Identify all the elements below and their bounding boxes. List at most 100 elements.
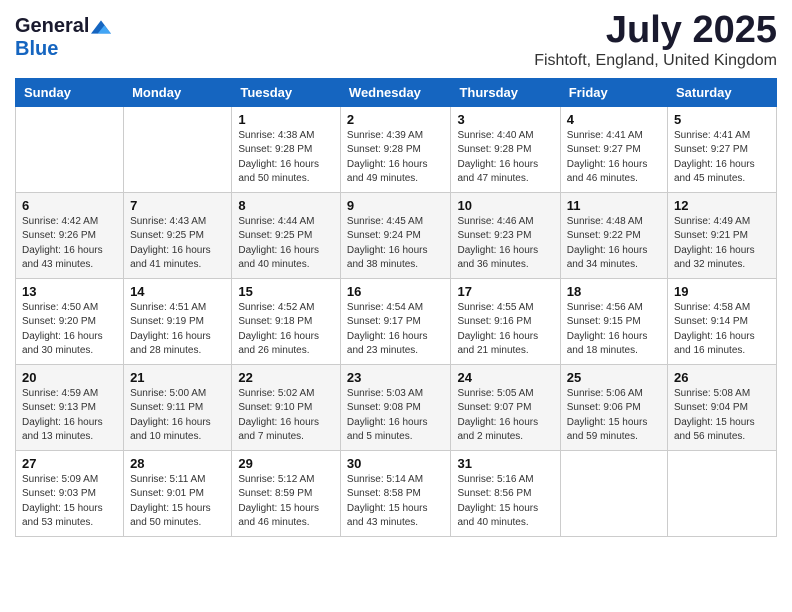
calendar-cell: 9Sunrise: 4:45 AM Sunset: 9:24 PM Daylig… [340, 192, 451, 278]
calendar-cell [124, 106, 232, 192]
calendar-cell: 27Sunrise: 5:09 AM Sunset: 9:03 PM Dayli… [16, 450, 124, 536]
month-title: July 2025 [534, 10, 777, 52]
calendar-cell: 6 Sunrise: 4:42 AM Sunset: 9:26 PM Daylig… [16, 192, 124, 278]
logo: General Blue [15, 15, 111, 61]
day-info: Sunrise: 4:58 AM Sunset: 9:14 PM Dayligh… [674, 301, 770, 359]
calendar-cell: 8 Sunrise: 4:44 AM Sunset: 9:25 PM Daylig… [232, 192, 341, 278]
calendar-cell: 1 Sunrise: 4:38 AM Sunset: 9:28 PM Daylig… [232, 106, 341, 192]
day-number: 24 [457, 370, 553, 385]
day-info: Sunrise: 4:44 AM Sunset: 9:25 PM Dayligh… [238, 215, 334, 273]
calendar-cell: 4Sunrise: 4:41 AM Sunset: 9:27 PM Daylig… [560, 106, 667, 192]
calendar-cell: 24 Sunrise: 5:05 AM Sunset: 9:07 PM Dayli… [451, 364, 560, 450]
calendar-cell: 21 Sunrise: 5:00 AM Sunset: 9:11 PM Dayli… [124, 364, 232, 450]
calendar-cell: 19 Sunrise: 4:58 AM Sunset: 9:14 PM Dayli… [668, 278, 777, 364]
day-info: Sunrise: 5:05 AM Sunset: 9:07 PM Dayligh… [457, 387, 553, 445]
calendar-cell: 26 Sunrise: 5:08 AM Sunset: 9:04 PM Dayli… [668, 364, 777, 450]
calendar-cell: 29Sunrise: 5:12 AM Sunset: 8:59 PM Dayli… [232, 450, 341, 536]
day-number: 16 [347, 284, 445, 299]
day-number: 7 [130, 198, 225, 213]
day-number: 5 [674, 112, 770, 127]
weekday-header-thursday: Thursday [451, 78, 560, 106]
day-number: 23 [347, 370, 445, 385]
day-number: 1 [238, 112, 334, 127]
calendar-cell: 16 Sunrise: 4:54 AM Sunset: 9:17 PM Dayli… [340, 278, 451, 364]
calendar-cell: 18Sunrise: 4:56 AM Sunset: 9:15 PM Dayli… [560, 278, 667, 364]
day-info: Sunrise: 5:03 AM Sunset: 9:08 PM Dayligh… [347, 387, 445, 445]
day-info: Sunrise: 5:08 AM Sunset: 9:04 PM Dayligh… [674, 387, 770, 445]
day-info: Sunrise: 4:46 AM Sunset: 9:23 PM Dayligh… [457, 215, 553, 273]
day-number: 2 [347, 112, 445, 127]
calendar-cell: 25 Sunrise: 5:06 AM Sunset: 9:06 PM Dayli… [560, 364, 667, 450]
calendar-week-row: 13Sunrise: 4:50 AM Sunset: 9:20 PM Dayli… [16, 278, 777, 364]
day-number: 15 [238, 284, 334, 299]
day-number: 14 [130, 284, 225, 299]
day-number: 22 [238, 370, 334, 385]
day-info: Sunrise: 4:38 AM Sunset: 9:28 PM Dayligh… [238, 129, 334, 187]
calendar-cell: 30 Sunrise: 5:14 AM Sunset: 8:58 PM Dayli… [340, 450, 451, 536]
day-info: Sunrise: 4:42 AM Sunset: 9:26 PM Dayligh… [22, 215, 117, 273]
day-number: 21 [130, 370, 225, 385]
day-info: Sunrise: 5:16 AM Sunset: 8:56 PM Dayligh… [457, 473, 553, 531]
calendar-cell: 7Sunrise: 4:43 AM Sunset: 9:25 PM Daylig… [124, 192, 232, 278]
calendar-week-row: 6 Sunrise: 4:42 AM Sunset: 9:26 PM Daylig… [16, 192, 777, 278]
calendar-cell: 10 Sunrise: 4:46 AM Sunset: 9:23 PM Dayli… [451, 192, 560, 278]
day-info: Sunrise: 4:54 AM Sunset: 9:17 PM Dayligh… [347, 301, 445, 359]
day-number: 26 [674, 370, 770, 385]
day-number: 20 [22, 370, 117, 385]
day-number: 17 [457, 284, 553, 299]
calendar-cell: 13Sunrise: 4:50 AM Sunset: 9:20 PM Dayli… [16, 278, 124, 364]
day-info: Sunrise: 4:39 AM Sunset: 9:28 PM Dayligh… [347, 129, 445, 187]
calendar-cell: 14Sunrise: 4:51 AM Sunset: 9:19 PM Dayli… [124, 278, 232, 364]
day-info: Sunrise: 4:49 AM Sunset: 9:21 PM Dayligh… [674, 215, 770, 273]
day-number: 31 [457, 456, 553, 471]
weekday-header-monday: Monday [124, 78, 232, 106]
day-info: Sunrise: 4:59 AM Sunset: 9:13 PM Dayligh… [22, 387, 117, 445]
page-header: General Blue July 2025 Fishtoft, England… [15, 10, 777, 70]
weekday-header-wednesday: Wednesday [340, 78, 451, 106]
calendar-cell: 3Sunrise: 4:40 AM Sunset: 9:28 PM Daylig… [451, 106, 560, 192]
calendar-cell: 12 Sunrise: 4:49 AM Sunset: 9:21 PM Dayli… [668, 192, 777, 278]
calendar-cell: 23 Sunrise: 5:03 AM Sunset: 9:08 PM Dayli… [340, 364, 451, 450]
day-info: Sunrise: 4:48 AM Sunset: 9:22 PM Dayligh… [567, 215, 661, 273]
location: Fishtoft, England, United Kingdom [534, 52, 777, 70]
calendar-cell: 22Sunrise: 5:02 AM Sunset: 9:10 PM Dayli… [232, 364, 341, 450]
weekday-header-tuesday: Tuesday [232, 78, 341, 106]
weekday-header-sunday: Sunday [16, 78, 124, 106]
day-number: 10 [457, 198, 553, 213]
day-number: 25 [567, 370, 661, 385]
day-info: Sunrise: 4:41 AM Sunset: 9:27 PM Dayligh… [674, 129, 770, 187]
day-number: 28 [130, 456, 225, 471]
day-number: 11 [567, 198, 661, 213]
day-info: Sunrise: 4:52 AM Sunset: 9:18 PM Dayligh… [238, 301, 334, 359]
day-info: Sunrise: 4:45 AM Sunset: 9:24 PM Dayligh… [347, 215, 445, 273]
title-section: July 2025 Fishtoft, England, United King… [534, 10, 777, 70]
day-number: 19 [674, 284, 770, 299]
day-number: 6 [22, 198, 117, 213]
day-info: Sunrise: 5:00 AM Sunset: 9:11 PM Dayligh… [130, 387, 225, 445]
day-number: 13 [22, 284, 117, 299]
calendar-cell: 31 Sunrise: 5:16 AM Sunset: 8:56 PM Dayli… [451, 450, 560, 536]
weekday-header-saturday: Saturday [668, 78, 777, 106]
calendar-cell: 11 Sunrise: 4:48 AM Sunset: 9:22 PM Dayli… [560, 192, 667, 278]
logo-icon [91, 17, 111, 37]
calendar-week-row: 27Sunrise: 5:09 AM Sunset: 9:03 PM Dayli… [16, 450, 777, 536]
calendar-cell: 2 Sunrise: 4:39 AM Sunset: 9:28 PM Daylig… [340, 106, 451, 192]
calendar-week-row: 20 Sunrise: 4:59 AM Sunset: 9:13 PM Dayli… [16, 364, 777, 450]
logo-blue: Blue [15, 38, 58, 61]
day-number: 30 [347, 456, 445, 471]
day-number: 3 [457, 112, 553, 127]
calendar-cell: 28Sunrise: 5:11 AM Sunset: 9:01 PM Dayli… [124, 450, 232, 536]
day-number: 12 [674, 198, 770, 213]
calendar-week-row: 1 Sunrise: 4:38 AM Sunset: 9:28 PM Daylig… [16, 106, 777, 192]
day-number: 18 [567, 284, 661, 299]
logo-general: General [15, 15, 89, 38]
day-info: Sunrise: 5:14 AM Sunset: 8:58 PM Dayligh… [347, 473, 445, 531]
day-info: Sunrise: 5:12 AM Sunset: 8:59 PM Dayligh… [238, 473, 334, 531]
day-number: 8 [238, 198, 334, 213]
calendar-cell [668, 450, 777, 536]
day-info: Sunrise: 5:06 AM Sunset: 9:06 PM Dayligh… [567, 387, 661, 445]
day-info: Sunrise: 4:41 AM Sunset: 9:27 PM Dayligh… [567, 129, 661, 187]
calendar-cell: 17Sunrise: 4:55 AM Sunset: 9:16 PM Dayli… [451, 278, 560, 364]
weekday-header-friday: Friday [560, 78, 667, 106]
calendar-cell [16, 106, 124, 192]
